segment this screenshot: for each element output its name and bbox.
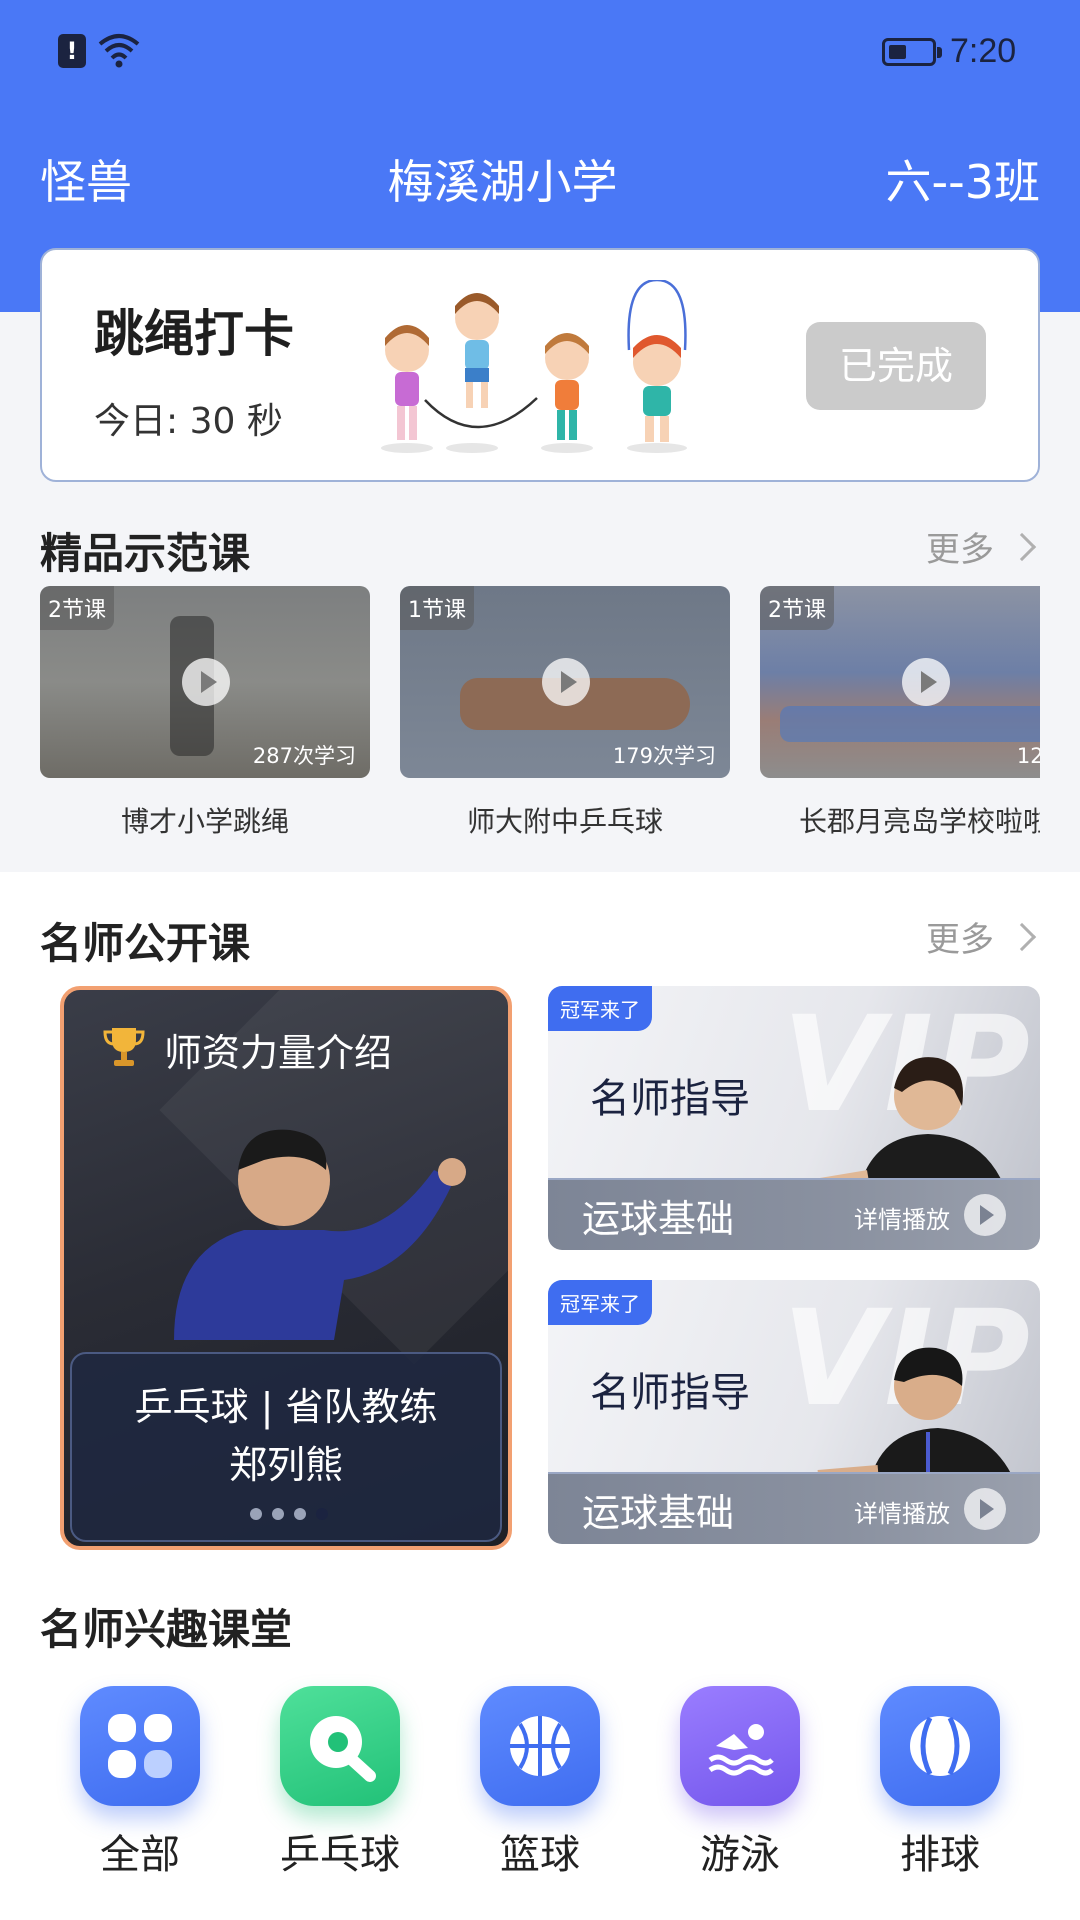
carousel-dot[interactable] xyxy=(272,1508,284,1520)
carousel-dot[interactable] xyxy=(294,1508,306,1520)
completed-button[interactable]: 已完成 xyxy=(806,322,986,410)
feature-caption: 乒乓球 | 省队教练 郑列熊 xyxy=(70,1352,502,1542)
category-label: 排球 xyxy=(900,1832,980,1878)
view-count: 287次学习 xyxy=(252,744,356,768)
carousel-indicator[interactable] xyxy=(250,1508,328,1520)
open-class-more[interactable]: 更多 xyxy=(926,912,1040,961)
category-ping-pong[interactable]: 乒乓球 xyxy=(280,1686,400,1880)
swimming-icon xyxy=(680,1686,800,1806)
interest-title: 名师兴趣课堂 xyxy=(40,1605,293,1654)
school-title: 梅溪湖小学 xyxy=(387,155,618,209)
course-name: 师大附中乒乓球 xyxy=(466,805,663,838)
status-bar: ! 7:20 xyxy=(0,0,1080,110)
view-count: 120次学习 xyxy=(1016,744,1040,768)
more-label: 更多 xyxy=(926,920,994,960)
open-class-title: 名师公开课 xyxy=(40,919,251,968)
cheer-team-figure xyxy=(780,706,1040,742)
volleyball-icon xyxy=(880,1686,1000,1806)
category-label: 游泳 xyxy=(700,1832,780,1878)
course-card[interactable]: 1节课 179次学习 师大附中乒乓球 xyxy=(400,586,730,840)
wifi-icon xyxy=(98,34,140,68)
alert-icon: ! xyxy=(58,34,86,68)
kids-jump-rope-illustration xyxy=(381,280,687,453)
grid-icon xyxy=(80,1686,200,1806)
jump-rope-checkin-card[interactable]: 跳绳打卡 今日: 30 秒 已完成 xyxy=(40,248,1040,482)
teacher-guide-card[interactable]: VIP 冠军来了 名师指导 运球基础 详情播放 xyxy=(548,1280,1040,1544)
detail-play-link[interactable]: 详情播放 xyxy=(854,1200,950,1235)
play-icon xyxy=(902,658,950,706)
chevron-right-icon xyxy=(1007,532,1037,561)
course-name: 长郡月亮岛学校啦啦 xyxy=(798,805,1040,838)
coach-photo xyxy=(807,1057,1008,1196)
card-title: 名师指导 xyxy=(590,1370,750,1416)
demo-course-list[interactable]: 2节课 287次学习 博才小学跳绳 1节课 179次学习 师大附中乒乓球 2节课… xyxy=(40,586,1040,846)
coach-photo xyxy=(817,1347,1018,1490)
lesson-count-badge: 2节课 xyxy=(40,586,114,630)
carousel-dot[interactable] xyxy=(250,1508,262,1520)
champion-tag: 冠军来了 xyxy=(548,986,652,1031)
lesson-label: 运球基础 xyxy=(582,1197,735,1241)
lesson-label: 运球基础 xyxy=(582,1491,735,1535)
chevron-right-icon xyxy=(1007,922,1037,951)
card-title: 名师指导 xyxy=(590,1076,750,1122)
basketball-icon xyxy=(480,1686,600,1806)
category-swimming[interactable]: 游泳 xyxy=(680,1686,800,1880)
more-label: 更多 xyxy=(926,530,994,570)
play-icon[interactable] xyxy=(964,1488,1006,1530)
course-thumbnail: 2节课 120次学习 xyxy=(760,586,1040,778)
card-footer: 运球基础 详情播放 xyxy=(548,1472,1040,1544)
coach-name: 郑列熊 xyxy=(228,1443,343,1487)
course-name: 博才小学跳绳 xyxy=(120,805,289,838)
clock: 7:20 xyxy=(950,32,1017,70)
category-label: 篮球 xyxy=(500,1832,580,1878)
checkin-title: 跳绳打卡 xyxy=(94,305,294,363)
course-card[interactable]: 2节课 287次学习 博才小学跳绳 xyxy=(40,586,370,840)
detail-play-link[interactable]: 详情播放 xyxy=(854,1494,950,1529)
view-count: 179次学习 xyxy=(612,744,716,768)
demo-courses-more[interactable]: 更多 xyxy=(926,522,1040,571)
trophy-icon xyxy=(103,1028,145,1066)
class-selector[interactable]: 六--3班 xyxy=(886,152,1040,212)
category-all[interactable]: 全部 xyxy=(80,1686,200,1880)
card-footer: 运球基础 详情播放 xyxy=(548,1178,1040,1250)
teacher-guide-card[interactable]: VIP 冠军来了 名师指导 运球基础 详情播放 xyxy=(548,986,1040,1250)
category-label: 全部 xyxy=(100,1832,180,1878)
lesson-count-badge: 2节课 xyxy=(760,586,834,630)
champion-tag: 冠军来了 xyxy=(548,1280,652,1325)
play-icon xyxy=(182,658,230,706)
lesson-count-badge: 1节课 xyxy=(400,586,474,630)
play-icon[interactable] xyxy=(964,1194,1006,1236)
category-volleyball[interactable]: 排球 xyxy=(880,1686,1000,1880)
category-label: 乒乓球 xyxy=(280,1832,400,1878)
coach-photo xyxy=(174,1129,466,1340)
featured-teacher-card[interactable]: 师资力量介绍 乒乓球 | 省队教练 郑列熊 xyxy=(60,986,512,1550)
carousel-dot-active[interactable] xyxy=(316,1508,328,1520)
course-card[interactable]: 2节课 120次学习 长郡月亮岛学校啦啦 xyxy=(760,586,1040,840)
feature-subtitle: 乒乓球 | 省队教练 xyxy=(134,1385,438,1429)
play-icon xyxy=(542,658,590,706)
feature-title: 师资力量介绍 xyxy=(164,1031,393,1075)
battery-icon xyxy=(882,38,942,66)
ping-pong-icon xyxy=(280,1686,400,1806)
course-thumbnail: 2节课 287次学习 xyxy=(40,586,370,778)
checkin-today: 今日: 30 秒 xyxy=(94,401,283,442)
category-basketball[interactable]: 篮球 xyxy=(480,1686,600,1880)
demo-courses-title: 精品示范课 xyxy=(40,529,251,578)
course-thumbnail: 1节课 179次学习 xyxy=(400,586,730,778)
